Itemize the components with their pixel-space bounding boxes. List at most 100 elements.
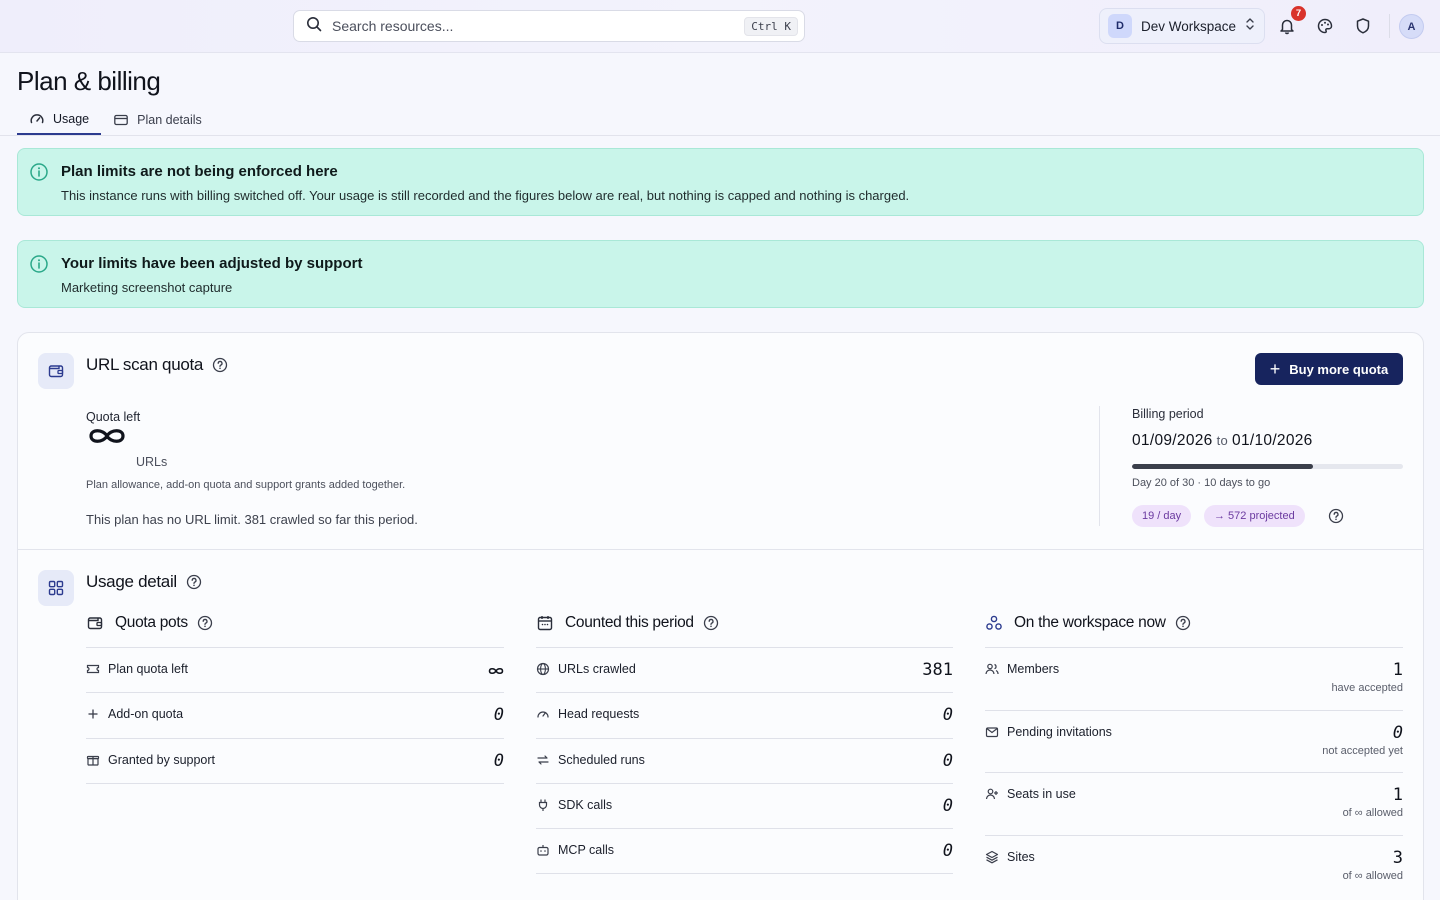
alert-title: Your limits have been adjusted by suppor… [61,255,363,272]
billing-period-label: Billing period [1132,407,1204,421]
support-adjusted-alert: Your limits have been adjusted by suppor… [17,240,1424,308]
list-item-subtext: of ∞ allowed [1342,870,1403,882]
billing-days-text: Day 20 of 30 · 10 days to go [1132,477,1271,489]
plus-icon: + [1269,358,1281,379]
list-item: Head requests 0 [536,692,953,738]
quota-note: This plan has no URL limit. 381 crawled … [86,512,418,527]
search-icon [306,16,322,37]
alert-body: Marketing screenshot capture [61,280,233,295]
quota-pots-heading: Quota pots [86,614,213,632]
workspace-switcher[interactable]: D Dev Workspace [1099,8,1265,44]
search-shortcut: Ctrl K [744,16,798,36]
list-item: Granted by support 0 [86,738,504,784]
list-item-label: Members [1007,662,1060,676]
layers-icon [985,850,999,864]
workspace-name: Dev Workspace [1141,18,1237,34]
quota-left-label: Quota left [86,410,141,424]
user-plus-icon [985,787,999,801]
list-item-label: Sites [1007,850,1035,864]
help-icon[interactable] [1328,508,1344,524]
daily-rate-badge: 19 / day [1132,505,1192,527]
list-item-label: MCP calls [558,843,615,857]
mail-icon [985,725,999,739]
calendar-icon [536,614,554,632]
list-item: MCP calls 0 [536,828,953,874]
help-icon[interactable] [703,615,719,631]
quota-subtext: Plan allowance, add-on quota and support… [86,479,406,491]
billing-to: to [1216,433,1229,448]
gift-icon [86,753,100,767]
list-item-label: Add-on quota [108,707,184,721]
quota-unit: URLs [136,455,168,469]
info-icon [29,162,49,187]
list-item-value: 0 [942,796,953,816]
list-item-value: 0 [942,751,953,771]
billing-start-date: 01/09/2026 [1132,432,1213,449]
card-divider [17,549,1424,550]
list-item-value: 3 [1392,848,1403,868]
shield-icon[interactable] [1351,14,1375,38]
alert-body: This instance runs with billing switched… [61,188,910,203]
list-item: Sites 3 of ∞ allowed [985,835,1403,898]
help-icon[interactable] [212,357,228,373]
tab-plan-details[interactable]: Plan details [101,104,214,135]
infinity-icon [488,663,504,681]
list-item-value: 0 [493,705,504,725]
list-item-label: Head requests [558,707,640,721]
list-item-label: Plan quota left [108,662,188,676]
info-icon [29,254,49,279]
list-item-label: SDK calls [558,798,613,812]
gauge-icon [29,111,53,127]
list-item: Members 1 have accepted [985,647,1403,711]
tab-usage-label: Usage [53,111,90,126]
list-item-subtext: of ∞ allowed [1342,807,1403,819]
buy-more-quota-button[interactable]: + Buy more quota [1255,353,1403,385]
tab-plan-details-label: Plan details [137,112,202,127]
billing-divider [1099,406,1100,526]
list-item: Add-on quota 0 [86,692,504,738]
search-input[interactable]: Search resources... Ctrl K [293,10,805,42]
list-item-value: 1 [1392,785,1403,805]
quota-left-value [88,425,126,452]
billing-progress-fill [1132,464,1313,469]
list-item-subtext: not accepted yet [1322,745,1403,757]
list-item-value: 0 [1392,723,1403,743]
plus-icon [86,707,100,721]
usage-detail-title: Usage detail [86,572,202,592]
list-item-subtext: have accepted [1331,682,1403,694]
list-item: Plan quota left [86,647,504,693]
list-item-label: Granted by support [108,753,216,767]
workspace-now-title: On the workspace now [1014,614,1166,631]
counted-heading: Counted this period [536,614,719,632]
alert-title: Plan limits are not being enforced here [61,163,338,180]
list-item-value: 0 [942,841,953,861]
tab-usage[interactable]: Usage [17,104,102,135]
palette-icon[interactable] [1313,14,1337,38]
list-item-value: 1 [1392,660,1403,680]
plug-icon [536,798,550,812]
search-placeholder: Search resources... [332,18,454,34]
list-item-value: 0 [942,705,953,725]
tab-bar: Usage Plan details [17,104,214,136]
projected-badge: → 572 projected [1204,505,1305,527]
help-icon[interactable] [197,615,213,631]
list-item-label: URLs crawled [558,662,636,676]
billing-progress-bar [1132,464,1403,469]
list-item-value: 381 [922,660,953,680]
wallet-icon [86,614,104,632]
list-item: SDK calls 0 [536,783,953,829]
quota-pots-title: Quota pots [115,614,188,631]
buy-more-quota-label: Buy more quota [1289,361,1389,377]
tabs-divider [0,135,1440,136]
grid-icon [38,570,74,606]
help-icon[interactable] [1175,615,1191,631]
help-icon[interactable] [186,574,202,590]
billing-period-dates: 01/09/2026 to 01/10/2026 [1132,432,1313,450]
ticket-icon [86,662,100,676]
gauge-icon [536,707,550,721]
list-item: URLs crawled 381 [536,647,953,693]
user-avatar[interactable]: A [1399,14,1424,39]
list-item-label: Seats in use [1007,787,1076,801]
bot-icon [536,843,550,857]
list-item-label: Pending invitations [1007,725,1112,739]
